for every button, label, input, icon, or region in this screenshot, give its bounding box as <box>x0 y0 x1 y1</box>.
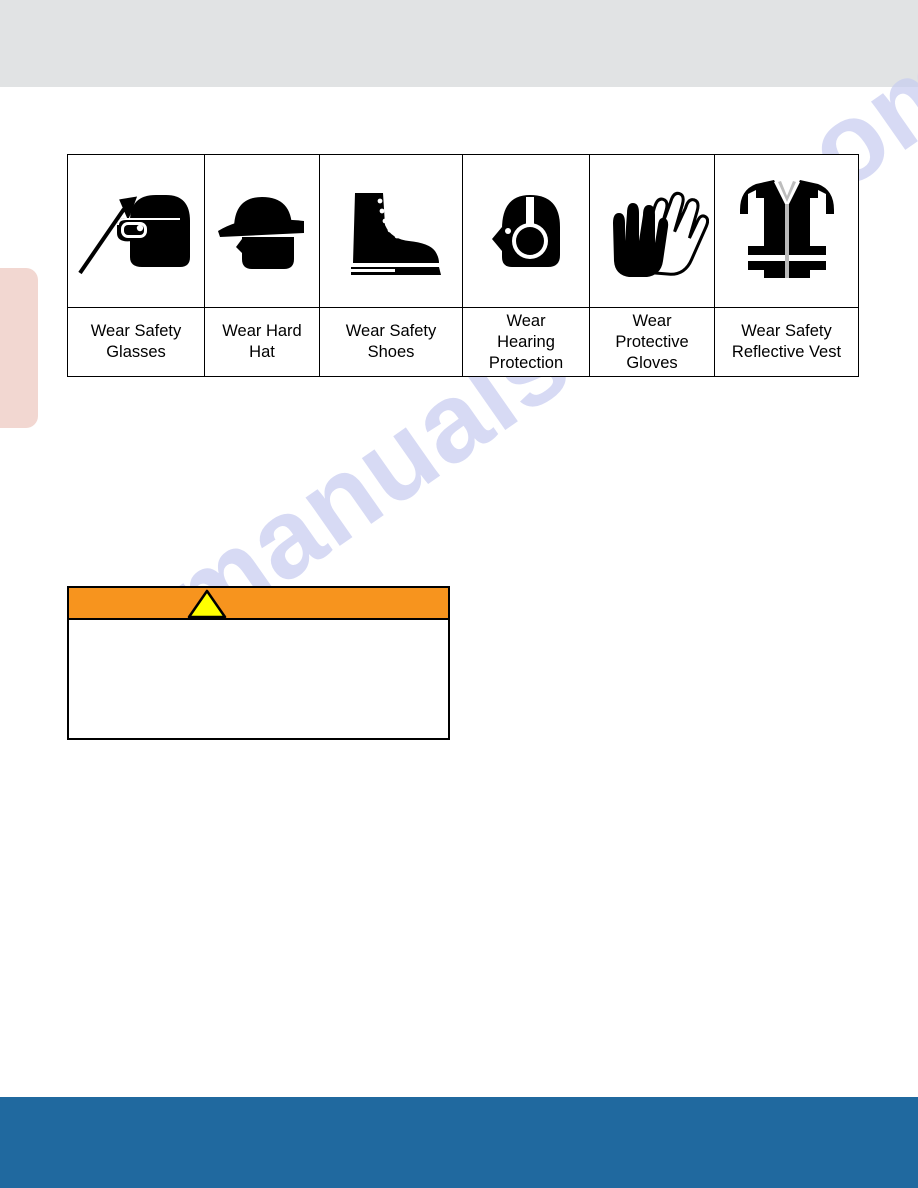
ppe-label-line: Wear <box>506 311 546 330</box>
ppe-label-line: Protective <box>615 332 689 351</box>
hard-hat-icon <box>205 175 319 287</box>
ppe-label-line: Wear Hard <box>222 322 302 340</box>
ppe-label-protective-gloves: Wear Protective Gloves <box>589 307 715 377</box>
ppe-label-safety-glasses: Wear Safety Glasses <box>67 307 205 377</box>
warning-callout-header <box>69 588 448 620</box>
footer-band <box>0 1097 918 1188</box>
ppe-label-line: Gloves <box>626 353 678 372</box>
ppe-cell-hard-hat <box>204 154 320 308</box>
ppe-label-line: Protection <box>488 353 564 372</box>
ppe-label-line: Shoes <box>367 343 415 361</box>
safety-boot-icon <box>320 175 462 287</box>
ppe-label-reflective-vest: Wear Safety Reflective Vest <box>714 307 859 377</box>
left-edge-tab <box>0 268 38 428</box>
table-row-labels: Wear Safety Glasses Wear Hard Hat Wear S… <box>67 307 859 377</box>
warning-callout <box>67 586 450 740</box>
warning-callout-body <box>69 620 448 738</box>
ppe-requirements-table: Wear Safety Glasses Wear Hard Hat Wear S… <box>67 154 859 377</box>
protective-gloves-icon <box>590 175 714 287</box>
ppe-label-line: Glasses <box>106 343 166 361</box>
ppe-cell-hearing-protection <box>462 154 590 308</box>
table-row-icons <box>67 154 859 308</box>
ppe-label-line: Reflective Vest <box>731 343 842 361</box>
hearing-protection-icon <box>463 175 589 287</box>
ppe-cell-safety-shoes <box>319 154 463 308</box>
ppe-label-line: Wear Safety <box>90 322 182 340</box>
ppe-label-line: Wear Safety <box>345 322 437 340</box>
ppe-label-hard-hat: Wear Hard Hat <box>204 307 320 377</box>
ppe-label-line: Wear Safety <box>741 322 832 340</box>
ppe-cell-reflective-vest <box>714 154 859 308</box>
reflective-vest-icon <box>715 170 858 292</box>
ppe-label-line: Hearing <box>497 332 555 351</box>
ppe-label-hearing-protection: Wear Hearing Protection <box>462 307 590 377</box>
ppe-label-safety-shoes: Wear Safety Shoes <box>319 307 463 377</box>
warning-triangle-icon <box>187 589 227 619</box>
ppe-cell-protective-gloves <box>589 154 715 308</box>
header-band <box>0 0 918 87</box>
ppe-label-line: Hat <box>249 343 275 361</box>
ppe-cell-safety-glasses <box>67 154 205 308</box>
ppe-label-line: Wear <box>632 311 672 330</box>
safety-glasses-icon <box>68 175 204 287</box>
